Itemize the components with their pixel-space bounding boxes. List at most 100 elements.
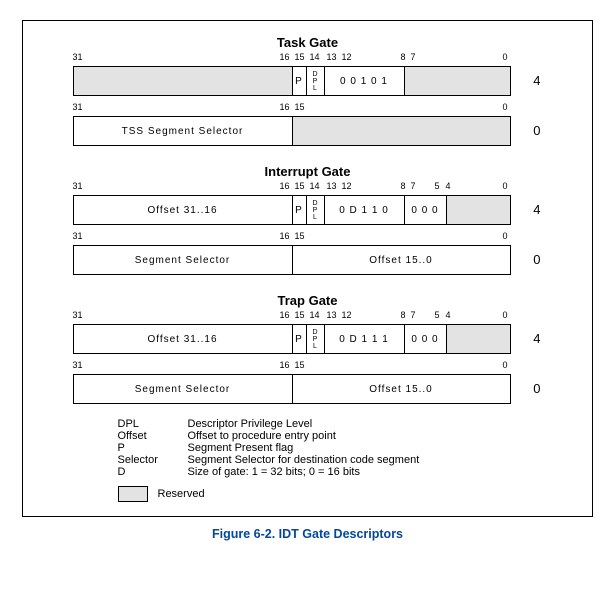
bit-7: 7 [411, 181, 416, 191]
bit-15: 15 [295, 360, 305, 370]
bit-labels: 31 16 15 0 [73, 102, 543, 116]
bit-4: 4 [446, 181, 451, 191]
bit-13: 13 [327, 310, 337, 320]
bit-16: 16 [280, 231, 290, 241]
descriptor-row: TSS Segment Selector 0 [73, 116, 543, 146]
trap-gate-title: Trap Gate [23, 293, 592, 308]
bit-0: 0 [503, 231, 508, 241]
bit-4: 4 [446, 310, 451, 320]
bit-15: 15 [295, 181, 305, 191]
bit-0: 0 [503, 102, 508, 112]
bit-labels: 31 16 15 0 [73, 231, 543, 245]
main-box: Offset 31..16 P D P L 0 D 1 1 0 0 0 0 [73, 195, 511, 225]
bit-0: 0 [503, 52, 508, 62]
reserved-field [447, 325, 510, 353]
bit-15: 15 [295, 231, 305, 241]
type-field: 0 D 1 1 0 [325, 196, 405, 224]
bit-15: 15 [295, 102, 305, 112]
main-box: Offset 31..16 P D P L 0 D 1 1 1 0 0 0 [73, 324, 511, 354]
bit-14: 14 [310, 181, 320, 191]
bit-12: 12 [342, 310, 352, 320]
byte-offset: 4 [511, 324, 543, 354]
byte-offset: 0 [511, 245, 543, 275]
bit-31: 31 [73, 310, 83, 320]
figure-caption: Figure 6-2. IDT Gate Descriptors [0, 527, 615, 541]
offset-high-field: Offset 31..16 [74, 325, 293, 353]
bit-13: 13 [327, 181, 337, 191]
p-field: P [293, 67, 307, 95]
offset-low-field: Offset 15..0 [293, 246, 510, 274]
bit-16: 16 [280, 310, 290, 320]
task-gate-row2: 31 16 15 0 TSS Segment Selector 0 [73, 102, 543, 146]
segment-selector-field: Segment Selector [74, 375, 293, 403]
segment-selector-field: Segment Selector [74, 246, 293, 274]
reserved-field [447, 196, 510, 224]
trap-gate-row2: 31 16 15 0 Segment Selector Offset 15..0… [73, 360, 543, 404]
bit-labels: 31 16 15 14 13 12 8 7 0 [73, 52, 543, 66]
trap-gate-row1: 31 16 15 14 13 12 8 7 5 4 0 Offset 31..1… [73, 310, 543, 354]
p-field: P [293, 196, 307, 224]
reserved-field [293, 117, 510, 145]
bit-5: 5 [435, 310, 440, 320]
type-field: 0 D 1 1 1 [325, 325, 405, 353]
zeros-field: 0 0 0 [405, 325, 447, 353]
bit-12: 12 [342, 181, 352, 191]
bit-14: 14 [310, 52, 320, 62]
bit-16: 16 [280, 102, 290, 112]
bit-7: 7 [411, 52, 416, 62]
bit-12: 12 [342, 52, 352, 62]
offset-low-field: Offset 15..0 [293, 375, 510, 403]
zeros-field: 0 0 0 [405, 196, 447, 224]
legend-key: Offset [118, 430, 188, 442]
bit-7: 7 [411, 310, 416, 320]
legend-desc: Segment Selector for destination code se… [188, 454, 420, 466]
bit-13: 13 [327, 52, 337, 62]
interrupt-gate-title: Interrupt Gate [23, 164, 592, 179]
legend-reserved: Reserved [118, 486, 498, 502]
legend-reserved-label: Reserved [158, 488, 205, 500]
bit-0: 0 [503, 181, 508, 191]
reserved-swatch-icon [118, 486, 148, 502]
descriptor-row: Segment Selector Offset 15..0 0 [73, 374, 543, 404]
legend-key: D [118, 466, 188, 478]
bit-16: 16 [280, 181, 290, 191]
bit-16: 16 [280, 360, 290, 370]
main-box: P D P L 0 0 1 0 1 [73, 66, 511, 96]
legend-desc: Segment Present flag [188, 442, 294, 454]
descriptor-row: Offset 31..16 P D P L 0 D 1 1 1 0 0 0 4 [73, 324, 543, 354]
bit-15: 15 [295, 52, 305, 62]
bit-8: 8 [401, 310, 406, 320]
descriptor-row: Offset 31..16 P D P L 0 D 1 1 0 0 0 0 4 [73, 195, 543, 225]
bit-16: 16 [280, 52, 290, 62]
reserved-field [405, 67, 510, 95]
bit-31: 31 [73, 102, 83, 112]
bit-8: 8 [401, 52, 406, 62]
offset-high-field: Offset 31..16 [74, 196, 293, 224]
dpl-field: D P L [307, 196, 325, 224]
bit-31: 31 [73, 52, 83, 62]
byte-offset: 4 [511, 66, 543, 96]
task-gate-title: Task Gate [23, 35, 592, 50]
bit-labels: 31 16 15 14 13 12 8 7 5 4 0 [73, 310, 543, 324]
tss-selector-field: TSS Segment Selector [74, 117, 293, 145]
main-box: Segment Selector Offset 15..0 [73, 245, 511, 275]
byte-offset: 4 [511, 195, 543, 225]
interrupt-gate-row1: 31 16 15 14 13 12 8 7 5 4 0 Offset 31..1… [73, 181, 543, 225]
bit-14: 14 [310, 310, 320, 320]
legend-desc: Size of gate: 1 = 32 bits; 0 = 16 bits [188, 466, 360, 478]
legend-key: Selector [118, 454, 188, 466]
figure-frame: Task Gate 31 16 15 14 13 12 8 7 0 P D P … [22, 20, 593, 517]
legend-key: P [118, 442, 188, 454]
main-box: TSS Segment Selector [73, 116, 511, 146]
bit-labels: 31 16 15 14 13 12 8 7 5 4 0 [73, 181, 543, 195]
bit-labels: 31 16 15 0 [73, 360, 543, 374]
interrupt-gate-row2: 31 16 15 0 Segment Selector Offset 15..0… [73, 231, 543, 275]
bit-5: 5 [435, 181, 440, 191]
descriptor-row: P D P L 0 0 1 0 1 4 [73, 66, 543, 96]
bit-8: 8 [401, 181, 406, 191]
reserved-field [74, 67, 293, 95]
bit-31: 31 [73, 181, 83, 191]
bit-0: 0 [503, 360, 508, 370]
descriptor-row: Segment Selector Offset 15..0 0 [73, 245, 543, 275]
legend-key: DPL [118, 418, 188, 430]
